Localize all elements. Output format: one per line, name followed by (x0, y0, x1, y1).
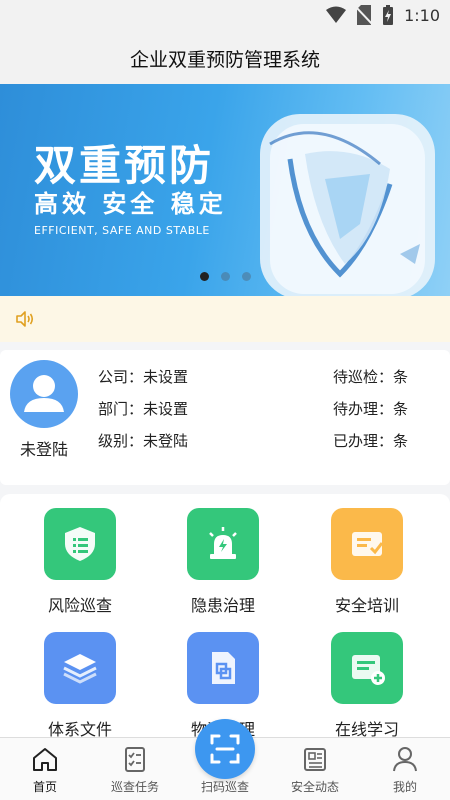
avatar[interactable] (10, 360, 78, 428)
level-label: 级别： (98, 432, 144, 450)
wifi-icon (326, 6, 347, 23)
checklist-icon (125, 747, 145, 772)
module-grid: 风险巡查 隐患治理 安全培训 体系文件 物资管理 在线学习 (0, 494, 450, 754)
certificate-icon (331, 508, 403, 580)
home-icon (33, 748, 57, 771)
profile-card: 未登陆 公司：未设置 部门：未设置 级别：未登陆 待巡检：条 待办理：条 已办理… (0, 350, 450, 485)
tab-inspection-tasks[interactable]: 巡查任务 (90, 744, 180, 795)
department-value: 未设置 (143, 400, 189, 418)
page-title: 企业双重预防管理系统 (129, 48, 320, 71)
pending-handle-value: 条 (393, 400, 409, 418)
shield-illustration (260, 114, 435, 296)
department-label: 部门： (98, 400, 144, 418)
tab-home[interactable]: 首页 (0, 744, 90, 795)
module-system-documents[interactable]: 体系文件 (15, 632, 145, 740)
level-row: 级别：未登陆 (98, 430, 188, 451)
pending-inspection-label: 待巡检： (333, 368, 394, 386)
department-row: 部门：未设置 (98, 398, 188, 419)
add-list-icon (331, 632, 403, 704)
scan-button[interactable] (195, 719, 255, 779)
pending-inspection-value: 条 (393, 368, 409, 386)
tab-label: 我的 (392, 780, 417, 794)
tab-label: 安全动态 (290, 780, 339, 794)
module-safety-training[interactable]: 安全培训 (302, 508, 432, 616)
banner-carousel[interactable]: 双重预防 高效 安全 稳定 EFFICIENT, SAFE AND STABLE (0, 84, 450, 296)
clock: 1:10 (404, 5, 440, 25)
company-row: 公司：未设置 (98, 366, 188, 387)
pending-handle-label: 待办理： (333, 400, 394, 418)
module-risk-inspection[interactable]: 风险巡查 (15, 508, 145, 616)
pending-inspection-row[interactable]: 待巡检：条 (333, 366, 408, 387)
module-online-learning[interactable]: 在线学习 (302, 632, 432, 740)
handled-row[interactable]: 已办理：条 (333, 430, 408, 451)
banner-subtitle: 高效 安全 稳定 (34, 190, 227, 218)
tab-label: 扫码巡查 (200, 780, 249, 794)
user-icon (393, 747, 417, 772)
banner-english: EFFICIENT, SAFE AND STABLE (34, 224, 210, 237)
company-label: 公司： (98, 368, 144, 386)
level-value: 未登陆 (143, 432, 189, 450)
company-value: 未设置 (143, 368, 189, 386)
carousel-dot[interactable] (200, 272, 209, 281)
module-label: 隐患治理 (190, 596, 255, 615)
tab-label: 首页 (32, 780, 57, 794)
news-icon (304, 748, 326, 771)
pending-handle-row[interactable]: 待办理：条 (333, 398, 408, 419)
document-icon (187, 632, 259, 704)
user-avatar-icon (24, 375, 64, 412)
tab-label: 巡查任务 (110, 780, 159, 794)
carousel-dots (200, 272, 251, 281)
login-status[interactable]: 未登陆 (20, 436, 68, 460)
tab-mine[interactable]: 我的 (360, 744, 450, 795)
module-hazard-management[interactable]: 隐患治理 (158, 508, 288, 616)
handled-value: 条 (393, 432, 409, 450)
tab-safety-news[interactable]: 安全动态 (270, 744, 360, 795)
no-sim-icon (356, 5, 373, 25)
layers-icon (44, 632, 116, 704)
notice-bar[interactable] (0, 296, 450, 342)
module-label: 风险巡查 (47, 596, 112, 615)
carousel-dot[interactable] (242, 272, 251, 281)
app-header: 企业双重预防管理系统 (0, 32, 450, 84)
alarm-light-icon (187, 508, 259, 580)
scan-icon (210, 734, 240, 764)
shield-list-icon (44, 508, 116, 580)
module-label: 安全培训 (334, 596, 399, 615)
speaker-icon (16, 311, 34, 327)
battery-charging-icon (383, 5, 394, 25)
handled-label: 已办理： (333, 432, 394, 450)
status-bar: 1:10 (0, 0, 450, 32)
carousel-dot[interactable] (221, 272, 230, 281)
